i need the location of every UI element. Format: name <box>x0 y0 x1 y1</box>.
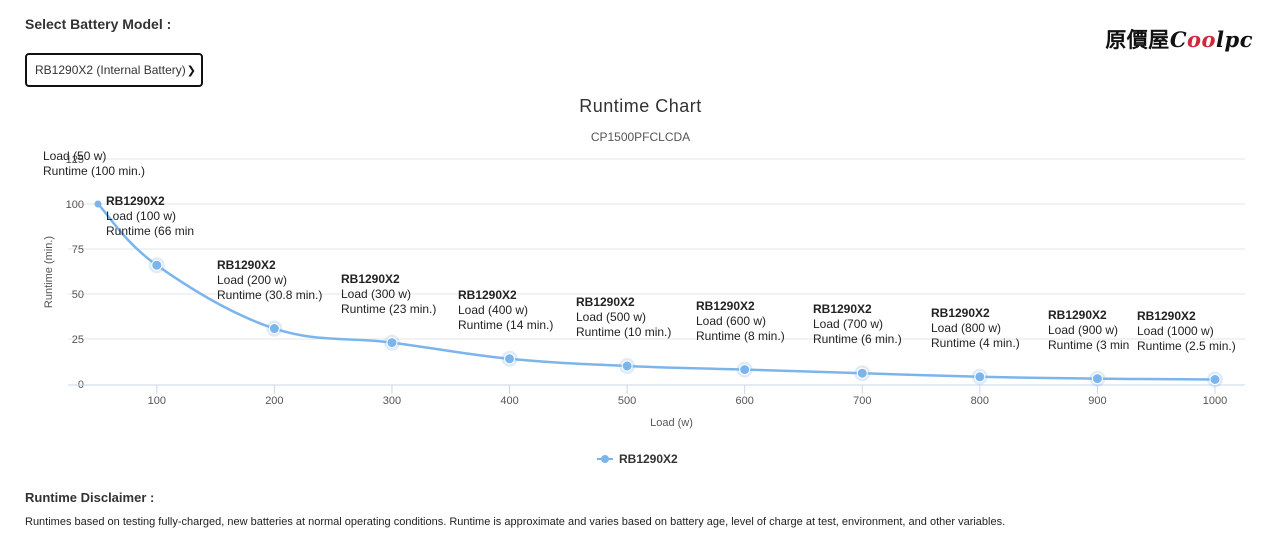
data-label-runtime: Runtime (2.5 min.) <box>1137 339 1236 353</box>
data-point <box>386 337 398 349</box>
data-label-series: RB1290X2 <box>1048 308 1107 322</box>
y-tick-label: 100 <box>66 199 84 211</box>
legend-item-rb1290x2[interactable]: RB1290X2 <box>619 452 678 466</box>
data-label: RB1290X2 Load (200 w) Runtime (30.8 min.) <box>217 258 322 302</box>
data-label: RB1290X2 Load (800 w) Runtime (4 min.) <box>931 306 1020 350</box>
data-point <box>94 200 102 208</box>
data-label-load: Load (200 w) <box>217 273 287 287</box>
data-label: RB1290X2 Load (400 w) Runtime (14 min.) <box>458 288 553 332</box>
data-label-runtime: Runtime (23 min.) <box>341 302 436 316</box>
data-point <box>1209 374 1221 385</box>
y-tick-label: 25 <box>72 334 84 346</box>
data-point <box>268 323 280 335</box>
data-point <box>621 360 633 372</box>
x-tick-label: 1000 <box>1203 395 1227 407</box>
data-label-series: RB1290X2 <box>696 299 755 313</box>
data-label-series: RB1290X2 <box>576 295 635 309</box>
data-label-load: Load (50 w) <box>43 149 106 163</box>
x-tick-label: 100 <box>148 395 166 407</box>
disclaimer-text: Runtimes based on testing fully-charged,… <box>25 516 1006 528</box>
data-label-load: Load (800 w) <box>931 321 1001 335</box>
data-label-series: RB1290X2 <box>1137 309 1196 323</box>
x-tick-label: 800 <box>971 395 989 407</box>
x-tick-label: 500 <box>618 395 636 407</box>
y-tick-label: 50 <box>72 289 84 301</box>
data-label-runtime: Runtime (6 min.) <box>813 332 902 346</box>
x-tick-label: 400 <box>500 395 518 407</box>
data-label-series: RB1290X2 <box>458 288 517 302</box>
data-label-load: Load (600 w) <box>696 314 766 328</box>
data-label-load: Load (300 w) <box>341 287 411 301</box>
data-label-series: RB1290X2 <box>217 258 276 272</box>
runtime-chart: 0255075100125100 200 300 400 500 600 700 800 900… <box>43 149 1245 466</box>
data-label-runtime: Runtime (100 min.) <box>43 164 145 178</box>
data-label-runtime: Runtime (10 min.) <box>576 325 671 339</box>
data-label: Load (50 w) Runtime (100 min.) <box>43 149 145 178</box>
data-label-load: Load (1000 w) <box>1137 324 1214 338</box>
data-point <box>739 364 751 376</box>
y-tick-label: 75 <box>72 244 84 256</box>
data-label-load: Load (900 w) <box>1048 323 1118 337</box>
data-label-runtime: Runtime (4 min.) <box>931 336 1020 350</box>
x-tick-label: 600 <box>736 395 754 407</box>
x-tick-label: 300 <box>383 395 401 407</box>
data-label: RB1290X2 Load (500 w) Runtime (10 min.) <box>576 295 671 339</box>
data-label-load: Load (500 w) <box>576 310 646 324</box>
data-label-runtime: Runtime (8 min.) <box>696 329 785 343</box>
data-label-runtime: Runtime (66 min <box>106 224 194 238</box>
data-label-runtime: Runtime (14 min.) <box>458 318 553 332</box>
data-point <box>1091 373 1103 385</box>
y-axis-title: Runtime (min.) <box>43 236 55 308</box>
x-tick-label: 200 <box>265 395 283 407</box>
data-label-runtime: Runtime (3 min <box>1048 338 1129 352</box>
data-label-series: RB1290X2 <box>106 194 165 208</box>
x-axis-title: Load (w) <box>650 417 693 429</box>
data-label: RB1290X2 Load (700 w) Runtime (6 min.) <box>813 302 902 346</box>
data-point <box>151 259 163 271</box>
data-label: RB1290X2 Load (1000 w) Runtime (2.5 min.) <box>1137 309 1236 353</box>
legend-marker-rb1290x2[interactable] <box>601 455 609 463</box>
data-point <box>856 367 868 379</box>
x-tick-label: 700 <box>853 395 871 407</box>
x-tick-label: 900 <box>1088 395 1106 407</box>
disclaimer-title: Runtime Disclaimer : <box>25 490 155 505</box>
data-label-load: Load (100 w) <box>106 209 176 223</box>
data-label: RB1290X2 Load (100 w) Runtime (66 min <box>106 194 194 238</box>
data-label-load: Load (400 w) <box>458 303 528 317</box>
data-label-series: RB1290X2 <box>931 306 990 320</box>
data-label-load: Load (700 w) <box>813 317 883 331</box>
data-label-runtime: Runtime (30.8 min.) <box>217 288 322 302</box>
data-label-series: RB1290X2 <box>341 272 400 286</box>
data-label: RB1290X2 Load (600 w) Runtime (8 min.) <box>696 299 785 343</box>
data-point <box>974 371 986 383</box>
data-label: RB1290X2 Load (900 w) Runtime (3 min <box>1048 308 1129 352</box>
data-label-series: RB1290X2 <box>813 302 872 316</box>
data-point <box>504 353 516 365</box>
